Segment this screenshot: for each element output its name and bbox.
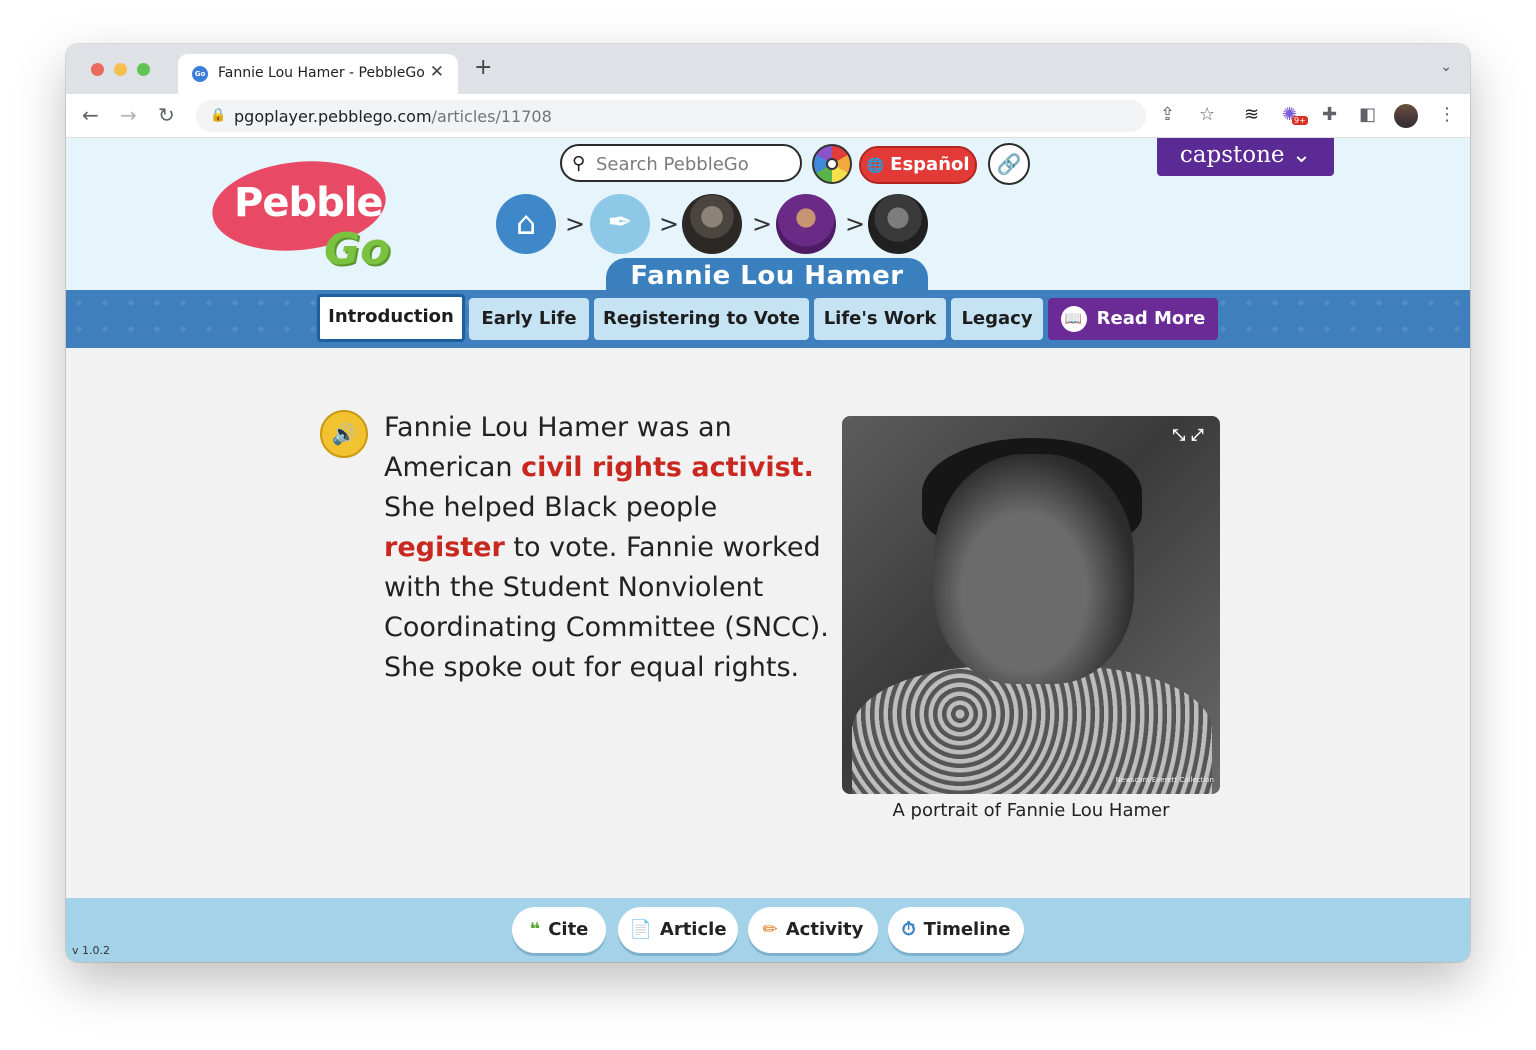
logo-go-text: Go xyxy=(324,224,391,275)
browser-window: Go Fannie Lou Hamer - PebbleGo ✕ + ⌄ ← →… xyxy=(66,44,1470,962)
portrait-photo: ⤡ ⤢ Newscom/Everett Collection xyxy=(842,416,1220,794)
article-label: Article xyxy=(659,919,727,940)
photo-face xyxy=(934,454,1134,684)
puzzle-extensions-icon[interactable]: ✚ xyxy=(1322,104,1337,126)
pebblego-logo[interactable]: Pebble Go xyxy=(207,153,408,278)
link-icon: 🔗 xyxy=(996,152,1022,176)
breadcrumb-separator: > xyxy=(845,210,866,238)
more-menu-icon[interactable]: ⋮ xyxy=(1438,104,1456,126)
search-box[interactable]: ⚲ xyxy=(560,144,802,182)
tab-close-icon[interactable]: ✕ xyxy=(430,62,444,82)
expand-fullscreen-icon[interactable]: ⤡ ⤢ xyxy=(1168,426,1208,466)
espanol-button[interactable]: 🌐 Español xyxy=(859,146,977,184)
close-window-button[interactable] xyxy=(91,63,104,76)
url-text: pgoplayer.pebblego.com/articles/11708 xyxy=(234,107,552,126)
glossary-term-civil-rights-activist[interactable]: civil rights activist. xyxy=(521,452,814,483)
share-icon[interactable]: ⇪ xyxy=(1160,104,1175,126)
timeline-button[interactable]: ⏱ Timeline xyxy=(888,907,1024,953)
footer-toolbar: ❝ Cite 📄 Article ✏ Activity ⏱ Timeline v 1.0… xyxy=(66,898,1470,962)
tab-strip: Go Fannie Lou Hamer - PebbleGo ✕ + ⌄ xyxy=(66,44,1470,94)
back-button[interactable]: ← xyxy=(82,103,99,127)
tab-legacy[interactable]: Legacy xyxy=(951,298,1043,340)
url-host: pgoplayer.pebblego.com xyxy=(234,107,432,126)
document-icon: 📄 xyxy=(629,919,652,940)
browser-tab[interactable]: Go Fannie Lou Hamer - PebbleGo ✕ xyxy=(178,54,458,94)
photo-credit: Newscom/Everett Collection xyxy=(1115,776,1214,784)
tab-early-life[interactable]: Early Life xyxy=(469,298,589,340)
breadcrumb-biographies-quill-icon[interactable]: ✒ xyxy=(590,194,650,254)
version-label: v 1.0.2 xyxy=(72,944,110,957)
copy-link-button[interactable]: 🔗 xyxy=(988,143,1030,185)
capstone-menu-button[interactable]: capstone ⌄ xyxy=(1157,138,1334,176)
new-tab-button[interactable]: + xyxy=(474,57,492,79)
forward-button[interactable]: → xyxy=(120,103,137,127)
maximize-window-button[interactable] xyxy=(137,63,150,76)
breadcrumb-separator: > xyxy=(752,210,773,238)
lock-icon: 🔒 xyxy=(210,108,227,123)
read-more-label: Read More xyxy=(1096,308,1206,329)
photo-caption: A portrait of Fannie Lou Hamer xyxy=(892,800,1170,821)
bookmark-star-icon[interactable]: ☆ xyxy=(1199,104,1215,126)
breadcrumb-portrait-harriet-tubman[interactable] xyxy=(682,194,742,254)
tab-search-icon[interactable]: ⌄ xyxy=(1440,59,1452,75)
logo-pebble-text: Pebble xyxy=(234,180,384,226)
browser-toolbar: ← → ↻ 🔒 pgoplayer.pebblego.com/articles/… xyxy=(66,94,1470,138)
layers-extension-icon[interactable]: ≋ xyxy=(1244,104,1259,126)
cite-label: Cite xyxy=(548,919,589,940)
read-more-button[interactable]: 📖 Read More xyxy=(1048,298,1218,340)
url-path: /articles/11708 xyxy=(431,107,552,126)
photo-dress xyxy=(852,666,1212,794)
search-icon: ⚲ xyxy=(572,153,586,174)
tab-introduction[interactable]: Introduction xyxy=(317,294,465,342)
pebblego-favicon-icon: Go xyxy=(192,66,208,82)
timeline-icon: ⏱ xyxy=(901,919,916,940)
section-tabs-bar: Introduction Early Life Registering to V… xyxy=(66,290,1470,348)
tab-title: Fannie Lou Hamer - PebbleGo xyxy=(218,65,425,81)
breadcrumb-portrait-malala[interactable] xyxy=(776,194,836,254)
wheel-center xyxy=(826,158,838,170)
breadcrumb-separator: > xyxy=(659,210,680,238)
minimize-window-button[interactable] xyxy=(114,63,127,76)
breadcrumb-portrait-fannie-lou-hamer[interactable] xyxy=(868,194,928,254)
address-bar[interactable]: 🔒 pgoplayer.pebblego.com/articles/11708 xyxy=(196,100,1146,132)
read-aloud-speaker-icon[interactable]: 🔊 xyxy=(320,410,368,458)
activity-label: Activity xyxy=(785,919,864,940)
side-panel-icon[interactable]: ◧ xyxy=(1359,104,1376,126)
extension-badge: 9+ xyxy=(1292,116,1308,125)
article-text: Fannie Lou Hamer was an American civil r… xyxy=(384,408,834,688)
tab-registering-to-vote[interactable]: Registering to Vote xyxy=(594,298,809,340)
color-wheel-icon[interactable] xyxy=(812,144,852,184)
glossary-term-register[interactable]: register xyxy=(384,532,505,563)
article-button[interactable]: 📄 Article xyxy=(618,907,738,953)
profile-avatar[interactable] xyxy=(1394,104,1418,128)
article-text-part: She helped Black people xyxy=(384,492,718,523)
book-icon: 📖 xyxy=(1060,306,1087,332)
globe-icon: 🌐 xyxy=(866,158,884,174)
page-content: Pebble Go ⚲ 🌐 Español 🔗 capstone ⌄ ⌂ > ✒… xyxy=(66,138,1470,962)
tab-lifes-work[interactable]: Life's Work xyxy=(814,298,946,340)
quote-icon: ❝ xyxy=(529,919,541,940)
cite-button[interactable]: ❝ Cite xyxy=(512,907,606,953)
pencil-icon: ✏ xyxy=(762,919,778,940)
search-input[interactable] xyxy=(596,152,792,176)
espanol-label: Español xyxy=(890,154,970,175)
timeline-label: Timeline xyxy=(923,919,1011,940)
breadcrumb-separator: > xyxy=(565,210,586,238)
reload-button[interactable]: ↻ xyxy=(158,103,175,127)
breadcrumb-home-icon[interactable]: ⌂ xyxy=(496,194,556,254)
activity-button[interactable]: ✏ Activity xyxy=(748,907,878,953)
site-header: Pebble Go ⚲ 🌐 Español 🔗 capstone ⌄ ⌂ > ✒… xyxy=(66,138,1470,296)
